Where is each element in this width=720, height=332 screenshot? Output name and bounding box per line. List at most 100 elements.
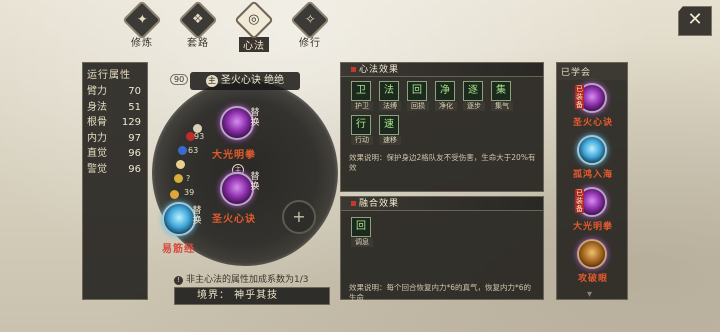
learned-item[interactable]: 已装备 圣火心诀 (557, 81, 629, 133)
close-icon: ✕ (687, 9, 703, 30)
buff-label: 逐步 (463, 102, 485, 111)
bonus-note-text: 非主心法的属性加成系数为1/3 (186, 275, 309, 285)
buff-icon[interactable]: 速速移 (379, 115, 401, 145)
buff-icon[interactable]: 回回损 (407, 81, 429, 111)
gem-value: 63 (188, 146, 199, 155)
skill-slot-shenghuo[interactable] (220, 172, 254, 206)
swap-button[interactable]: 替换 (250, 172, 260, 192)
main-method-label: 圣火心诀 绝绝 (220, 75, 285, 86)
buff-label: 调息 (351, 238, 373, 247)
fusion-effect-title-text: 融合效果 (359, 199, 400, 209)
buff-icon[interactable]: 行行动 (351, 115, 373, 145)
fusion-effect-panel: 融合效果 回调息 效果说明：每个回合恢复内力*6的真气，恢复内力*6的生命 (340, 196, 544, 302)
equipped-tag: 已装备 (575, 189, 584, 213)
attribute-row: 警觉 96 (83, 162, 147, 178)
attribute-value: 70 (128, 86, 141, 97)
buff-label: 回损 (407, 102, 429, 111)
learned-item-name: 攻破眼 (577, 274, 608, 284)
buff-icon[interactable]: 集集气 (491, 81, 513, 111)
mind-effect-title-text: 心法效果 (359, 65, 400, 75)
attribute-name: 身法 (87, 101, 107, 113)
attribute-row: 直觉 96 (83, 146, 147, 162)
skill-name: 圣火心诀 (212, 214, 256, 225)
attributes-title: 运行属性 (87, 70, 131, 81)
attribute-row: 根骨 129 (83, 115, 147, 131)
mind-effect-description: 效果说明：保护身边2格队友不受伤害，生命大于20%有效 (349, 153, 536, 172)
top-tab-bar: ✦ 修炼 ❖ 套路 ◎ 心法 ✧ 修行 (118, 0, 338, 52)
attribute-name: 根骨 (87, 117, 107, 128)
buff-glyph: 速 (379, 115, 399, 135)
learned-skills-panel: 已学会 已装备 圣火心诀 孤鸿入海 已装备 大光明拳 攻破眼 ▾ (556, 62, 628, 300)
attribute-row: 内力 97 (83, 131, 147, 147)
buff-label: 法缚 (379, 102, 401, 111)
add-icon: + (292, 207, 306, 226)
buff-glyph: 卫 (351, 81, 371, 101)
buff-icon[interactable]: 净净化 (435, 81, 457, 111)
tab-mind-method[interactable]: ◎ 心法 (230, 0, 278, 52)
buff-label: 行动 (351, 136, 373, 145)
gem-icon (178, 146, 187, 155)
buff-glyph: 法 (379, 81, 399, 101)
skill-icon (577, 135, 607, 165)
learned-title: 已学会 (557, 63, 627, 80)
tab-practice[interactable]: ✧ 修行 (286, 0, 334, 49)
gem-value: ? (186, 174, 191, 183)
scroll-down-icon[interactable]: ▾ (587, 289, 592, 300)
attributes-panel: 运行属性 臂力 70 身法 51 根骨 129 内力 97 直觉 96 警觉 96 (82, 62, 148, 300)
fusion-effect-description: 效果说明：每个回合恢复内力*6的真气，恢复内力*6的生命 (349, 283, 532, 302)
mind-effect-panel: 心法效果 卫护卫 法法缚 回回损 净净化 逐逐步 集集气 行行动 速速移 效果说… (340, 62, 544, 192)
buff-glyph: 行 (351, 115, 371, 135)
main-method-header[interactable]: 主圣火心诀 绝绝 (190, 72, 300, 90)
close-button[interactable]: ✕ (678, 6, 712, 36)
learned-item[interactable]: 攻破眼 (557, 237, 629, 289)
gem-icon (170, 190, 179, 199)
flag-icon (351, 67, 356, 72)
tab-cultivate[interactable]: ✦ 修炼 (118, 0, 166, 49)
tab-label: 心法 (239, 37, 269, 52)
skill-name: 大光明拳 (212, 150, 256, 161)
realm-label: 境界： 神乎其技 (174, 287, 330, 305)
tab-routine[interactable]: ❖ 套路 (174, 0, 222, 49)
gem-icon (174, 174, 183, 183)
bonus-note: ! 非主心法的属性加成系数为1/3 (174, 272, 309, 285)
attribute-value: 96 (128, 163, 141, 175)
skill-slot-yijinjing[interactable] (162, 202, 196, 236)
swap-button[interactable]: 替换 (250, 108, 260, 128)
learned-item[interactable]: 已装备 大光明拳 (557, 185, 629, 237)
attribute-row: 身法 51 (83, 100, 147, 116)
attribute-value: 96 (128, 148, 141, 159)
skill-slot-dakuangming[interactable] (220, 106, 254, 140)
learned-item-name: 大光明拳 (572, 222, 613, 232)
mind-method-icon: ◎ (234, 0, 274, 40)
buff-icon[interactable]: 逐逐步 (463, 81, 485, 111)
skill-name: 易筋经 (162, 244, 195, 255)
buff-glyph: 集 (491, 81, 511, 101)
gem-value: 39 (184, 188, 195, 197)
info-icon: ! (174, 276, 183, 285)
attribute-name: 内力 (87, 132, 107, 144)
gem-value: 93 (194, 132, 205, 141)
buff-glyph: 净 (435, 81, 455, 101)
attribute-name: 直觉 (87, 148, 107, 159)
main-mark-icon: 主 (205, 75, 218, 87)
equipped-tag: 已装备 (575, 85, 584, 109)
buff-icon[interactable]: 卫护卫 (351, 81, 373, 111)
swap-button[interactable]: 替换 (192, 206, 202, 226)
level-badge: 90 (170, 74, 189, 85)
attribute-value: 51 (128, 101, 141, 113)
empty-skill-slot[interactable]: + (282, 200, 316, 234)
attribute-row: 臂力 70 (83, 84, 147, 100)
buff-icon[interactable]: 法法缚 (379, 81, 401, 111)
learned-item[interactable]: 孤鸿入海 (557, 133, 629, 185)
attribute-value: 129 (121, 117, 141, 128)
buff-label: 集气 (491, 102, 513, 111)
buff-glyph: 回 (407, 81, 427, 101)
fusion-effect-title: 融合效果 (341, 197, 543, 211)
mind-effect-title: 心法效果 (341, 63, 543, 77)
learned-item-name: 孤鸿入海 (572, 170, 613, 180)
attribute-name: 臂力 (87, 86, 107, 97)
flag-icon (351, 201, 356, 206)
buff-icon[interactable]: 回调息 (351, 217, 373, 247)
attribute-value: 97 (128, 132, 141, 144)
skill-icon (577, 239, 607, 269)
